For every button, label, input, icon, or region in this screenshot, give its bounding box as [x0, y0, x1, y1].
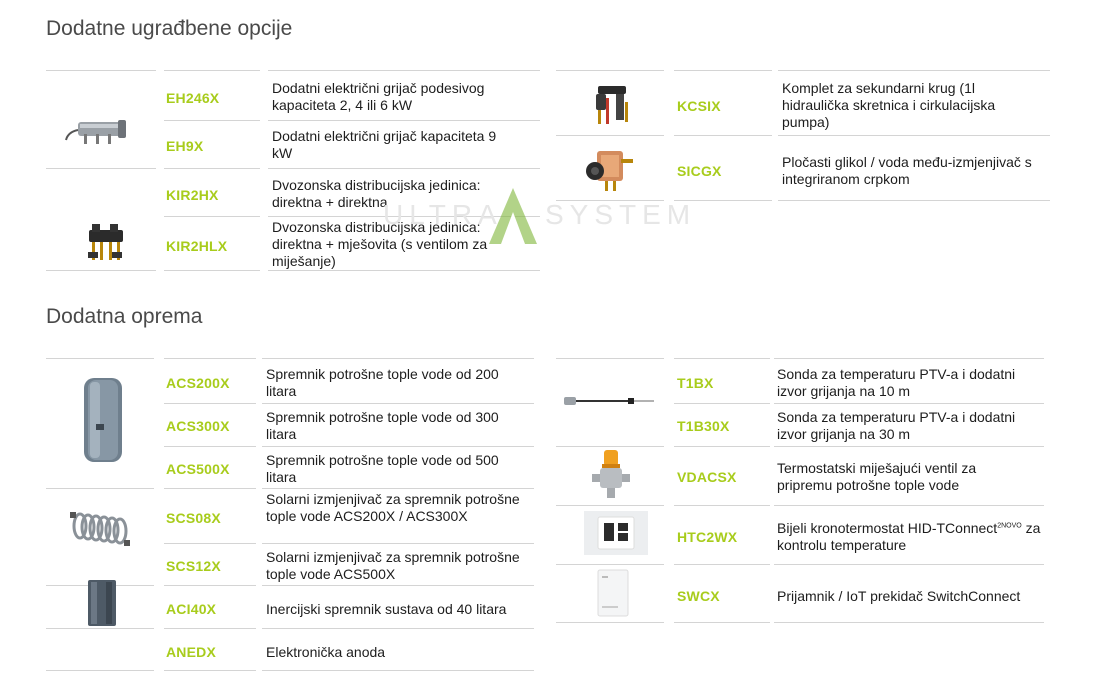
code-t1b30x: T1B30X	[677, 418, 730, 434]
code-acs200x: ACS200X	[166, 375, 230, 391]
desc-acs200x: Spremnik potrošne tople vode od 200 lita…	[266, 366, 499, 399]
code-htc2wx: HTC2WX	[677, 529, 738, 545]
code-anedx: ANEDX	[166, 644, 217, 660]
code-kir2hx: KIR2HX	[166, 187, 219, 203]
code-scs08x: SCS08X	[166, 510, 221, 526]
section-title-accessories: Dodatna oprema	[46, 305, 203, 328]
watermark-right-text: SYSTEM	[545, 199, 696, 230]
desc-t1b30x: Sonda za temperaturu PTV-a i dodatni izv…	[777, 409, 1016, 442]
desc-htc2wx-sup: 2NOVO	[997, 522, 1022, 530]
dhw-tank-image	[84, 378, 122, 462]
code-t1bx: T1BX	[677, 375, 714, 391]
solar-coil-image	[70, 512, 130, 546]
inertia-tank-image	[88, 580, 116, 626]
code-swcx: SWCX	[677, 588, 720, 604]
desc-t1bx: Sonda za temperaturu PTV-a i dodatni izv…	[777, 366, 1016, 399]
distribution-unit-image	[88, 224, 123, 260]
desc-anedx: Elektronička anoda	[266, 644, 386, 660]
chronothermostat-image	[584, 511, 648, 555]
desc-htc2wx: Bijeli kronotermostat HID-TConnect2NOVO …	[777, 520, 1043, 554]
switchconnect-receiver-image	[597, 569, 629, 617]
desc-eh9x: Dodatni električni grijač kapaciteta 9 k…	[272, 128, 497, 161]
code-kir2hlx: KIR2HLX	[166, 238, 228, 254]
code-sicgx: SICGX	[677, 163, 722, 179]
desc-kir2hlx: Dvozonska distribucijska jedinica: direk…	[272, 219, 488, 269]
thermostatic-valve-image	[592, 450, 630, 498]
code-scs12x: SCS12X	[166, 558, 221, 574]
electric-heater-image	[65, 120, 126, 144]
desc-acs300x: Spremnik potrošne tople vode od 300 lita…	[266, 409, 499, 442]
desc-swcx: Prijamnik / IoT prekidač SwitchConnect	[777, 588, 1021, 604]
desc-scs12x: Solarni izmjenjivač za spremnik potrošne…	[266, 549, 520, 582]
section-title-built-in: Dodatne ugrađbene opcije	[46, 17, 293, 40]
code-eh246x: EH246X	[166, 90, 220, 106]
desc-aci40x: Inercijski spremnik sustava od 40 litara	[266, 601, 507, 617]
temperature-probe-image	[564, 397, 654, 405]
code-vdacsx: VDACSX	[677, 469, 737, 485]
code-acs300x: ACS300X	[166, 418, 230, 434]
desc-eh246x: Dodatni električni grijač podesivog kapa…	[272, 80, 485, 113]
desc-vdacsx: Termostatski miješajući ventil za pripre…	[777, 460, 977, 493]
code-eh9x: EH9X	[166, 138, 204, 154]
glycol-exchanger-image	[586, 151, 633, 191]
desc-kir2hx: Dvozonska distribucijska jedinica: direk…	[272, 177, 481, 210]
code-kcsix: KCSIX	[677, 98, 721, 114]
desc-kcsix: Komplet za sekundarni krug (1l hidraulič…	[782, 80, 996, 130]
desc-sicgx: Pločasti glikol / voda među-izmjenjivač …	[782, 154, 1032, 187]
desc-acs500x: Spremnik potrošne tople vode od 500 lita…	[266, 452, 499, 485]
code-acs500x: ACS500X	[166, 461, 230, 477]
desc-htc2wx-text: Bijeli kronotermostat HID-TConnect	[777, 520, 998, 536]
desc-scs08x: Solarni izmjenjivač za spremnik potrošne…	[266, 491, 520, 524]
code-aci40x: ACI40X	[166, 601, 217, 617]
secondary-circuit-kit-image	[596, 86, 628, 124]
